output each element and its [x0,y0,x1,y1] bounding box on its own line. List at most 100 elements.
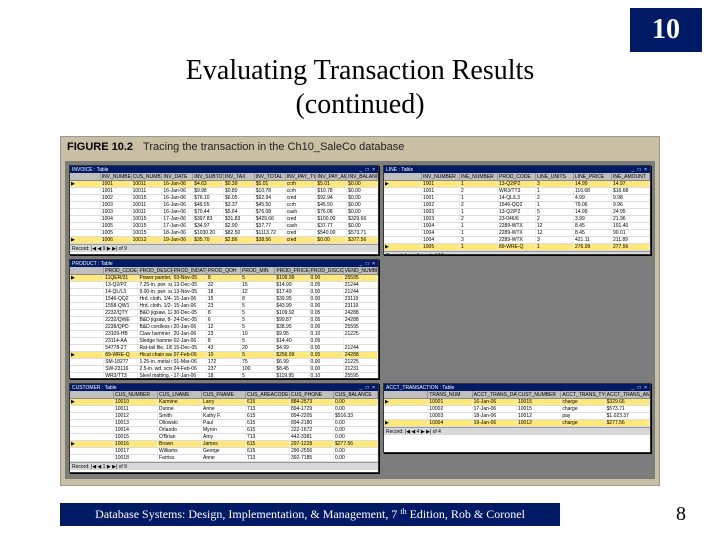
table-cell: ▶ [384,244,422,250]
table-cell: Larry [202,399,246,405]
table-cell [70,413,114,419]
table-cell: 8 [207,275,241,281]
table-cell: George [202,448,246,454]
column-header: PROD_DISCOUNT [310,267,344,274]
table-cell: charge [561,406,605,412]
table-row: 14-QL/L39.00-in. pwr. saw blade13-Nov-05… [70,289,378,296]
table-cell: $14.99 [275,282,309,288]
table-cell: 16-Jan-06 [162,188,193,194]
table-row: ▶1000419-Jan-0610012charge$277.56 [384,420,650,427]
table-cell: 0.00 [310,275,344,281]
table-row: 10018FarrissAnne713392-71850.00 [70,455,378,462]
table-cell: 18 [207,289,241,295]
table-cell: $70.44 [193,209,224,215]
table-cell: 16-Jan-06 [162,202,193,208]
table-cell [70,345,104,351]
table-cell: 2 [460,188,498,194]
table-cell: cred [286,230,317,236]
table-cell: 21.96 [612,216,650,222]
column-header: CUS_NUMBER [132,173,163,180]
table-cell: 237 [207,366,241,372]
table-cell: 14-QL/L3 [498,195,536,201]
chapter-badge: 10 [630,8,702,52]
table-cell: Williams [158,448,202,454]
table-cell: 3.99 [574,216,612,222]
table-cell: ▶ [70,275,104,281]
table-cell: 16-Jan-06 [162,209,193,215]
table-cell: $2.86 [224,237,255,243]
table-row: 54778-2TRat-tail file, 1/8-in. fine15-De… [70,345,378,352]
table-row: 10011DunneAnne713894-17290.00 [70,406,378,413]
table-cell [70,373,104,379]
table-cell: pay [561,413,605,419]
customer-title: CUSTOMER : Table [72,385,117,390]
table-cell: $573.71 [347,230,378,236]
table-cell: 1546-QQ2 [498,202,536,208]
table-cell: 1558-QW1 [104,303,138,309]
table-cell: 3 [536,237,574,243]
table-cell: $49.55 [193,202,224,208]
table-cell: 23 [207,303,241,309]
table-cell: 100 [241,366,275,372]
table-cell: 0.00 [310,289,344,295]
table-cell: 12 [536,223,574,229]
table-cell: $37.77 [316,223,347,229]
table-cell: 14.99 [574,209,612,215]
table-row: 1003113-Q2/P2514.9924.95 [384,209,650,216]
column-header: ACCT_TRANS_DATE [473,391,517,398]
table-cell [384,237,422,243]
table-cell: 13-Q2/P2 [104,282,138,288]
table-cell: 54778-2T [104,345,138,351]
table-row: 2232/QTYB&D jigsaw, 12-in. blade30-Dec-0… [70,310,378,317]
table-cell: 10012 [517,413,561,419]
column-header: PROD_DESCRIPT [138,267,172,274]
table-cell: 1006 [101,237,132,243]
line-header-row: INV_NUMBERINE_NUMBERPROD_CODELINE_UNITSL… [384,173,650,181]
table-cell: 1004 [101,216,132,222]
table-cell: $35.70 [193,237,224,243]
table-cell: $34.97 [193,223,224,229]
table-cell: $377.56 [347,237,378,243]
table-cell: 18-Jan-06 [473,413,517,419]
table-cell: 442-3381 [290,434,334,440]
column-header: INV_BALANCE [347,173,378,180]
table-cell: 17-Jan-06 [173,373,207,379]
table-cell: 25595 [344,275,378,281]
customer-record-nav: Record: |◀ ◀ 1 ▶ ▶| of 9 [70,462,378,470]
table-cell: 16-Jan-06 [473,399,517,405]
table-cell: 1001 [422,181,460,187]
table-cell: $256.99 [275,352,309,358]
table-row: 10015O'BrianAmy713442-33810.00 [70,434,378,441]
table-row: ▶1001113-Q2/P2314.9914.97 [384,181,650,188]
table-cell: charge [561,420,605,426]
table-row: 23114-AASledge hammer, 12 lb.02-Jan-0685… [70,338,378,345]
table-cell: 2289-WTX [498,230,536,236]
table-cell: $82.50 [224,230,255,236]
table-cell: 10015 [132,216,163,222]
table-cell: $4.63 [193,181,224,187]
table-cell [70,209,101,215]
table-cell: $76.08 [255,209,286,215]
table-row: 1546-QQ2Hrd. cloth, 1/4-in., 2x5015-Jan-… [70,296,378,303]
table-row: 10031001116-Jan-06$70.44$5.64$76.08cash$… [70,209,378,216]
table-cell [70,366,104,372]
table-cell: $119.95 [275,373,309,379]
table-cell: Anne [202,406,246,412]
table-cell: $9.95 [275,331,309,337]
table-cell: 2 [460,202,498,208]
table-cell: 10 [207,352,241,358]
table-cell: 297-1228 [290,441,334,447]
table-cell [70,317,104,323]
invoice-title: INVOICE : Table [72,167,109,172]
table-cell: 1001 [101,181,132,187]
table-cell: $0.00 [316,237,347,243]
table-cell: 0.05 [310,338,344,344]
table-row: 13-Q2/P27.25-in. pwr. saw blade13-Dec-05… [70,282,378,289]
table-cell: Amy [202,434,246,440]
table-cell: $397.83 [193,216,224,222]
table-cell: 0.10 [310,331,344,337]
table-row: 10014OrlandoMyron615222-16720.00 [70,427,378,434]
table-cell: Paul [202,420,246,426]
table-cell: 24288 [344,317,378,323]
product-rows: ▶11QER/31Power painter, 15 psi., x482030… [70,275,378,379]
